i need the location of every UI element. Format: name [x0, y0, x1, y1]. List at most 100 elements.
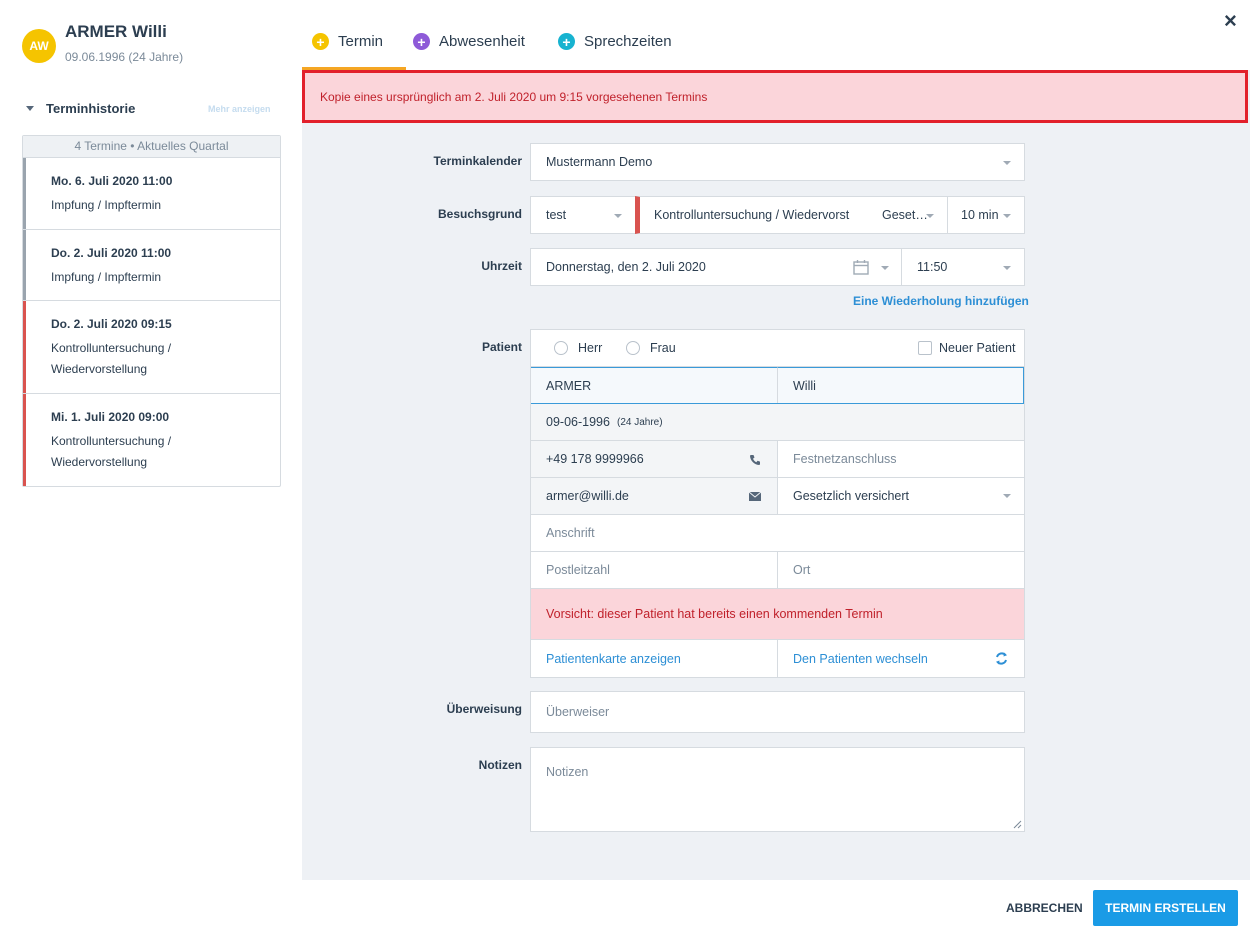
- time-select[interactable]: 11:50: [901, 248, 1025, 286]
- warning-text: Vorsicht: dieser Patient hat bereits ein…: [546, 607, 883, 621]
- birthdate-row[interactable]: 09-06-1996 (24 Jahre): [531, 404, 1024, 441]
- history-toggle[interactable]: Terminhistorie: [26, 101, 135, 116]
- history-date: Do. 2. Juli 2020 11:00: [51, 246, 172, 260]
- plus-icon: +: [413, 33, 430, 50]
- patient-label: Patient: [481, 340, 522, 354]
- city-placeholder: Ort: [793, 563, 811, 577]
- calendar-icon[interactable]: [853, 259, 869, 275]
- mobile-value: +49 178 9999966: [546, 452, 644, 466]
- zip-input[interactable]: Postleitzahl: [531, 552, 778, 588]
- show-card-label: Patientenkarte anzeigen: [546, 651, 681, 666]
- reason-insurance: Geset…: [882, 208, 928, 222]
- address-input[interactable]: Anschrift: [531, 515, 1024, 552]
- new-patient-label: Neuer Patient: [939, 341, 1016, 355]
- chevron-down-icon: [1003, 161, 1011, 165]
- city-input[interactable]: Ort: [778, 552, 1024, 588]
- date-value: Donnerstag, den 2. Juli 2020: [546, 260, 706, 274]
- cancel-button[interactable]: ABBRECHEN: [1006, 901, 1083, 915]
- last-name-value: ARMER: [546, 378, 592, 393]
- tab-label: Termin: [338, 33, 384, 50]
- reason-select[interactable]: Kontrolluntersuchung / Wiedervorst Geset…: [635, 196, 948, 234]
- reason-type-value: test: [546, 208, 567, 222]
- salutation-row: Herr Frau Neuer Patient: [531, 330, 1024, 367]
- chevron-down-icon: [614, 214, 622, 218]
- history-reason: Kontrolluntersuchung /: [51, 341, 172, 355]
- zip-city-row: Postleitzahl Ort: [531, 552, 1024, 589]
- envelope-icon: [749, 492, 761, 501]
- date-picker[interactable]: Donnerstag, den 2. Juli 2020: [530, 248, 902, 286]
- tab-label: Sprechzeiten: [584, 33, 672, 50]
- phone-icon: [750, 455, 760, 465]
- herr-label: Herr: [578, 341, 603, 355]
- footer-bar: ABBRECHEN TERMIN ERSTELLEN: [302, 880, 1250, 930]
- reason-value: Kontrolluntersuchung / Wiedervorst: [654, 208, 850, 222]
- plus-icon: +: [558, 33, 575, 50]
- history-item[interactable]: Mi. 1. Juli 2020 09:00 Kontrolluntersuch…: [23, 394, 280, 486]
- resize-handle-icon[interactable]: [1013, 820, 1022, 829]
- insurance-select[interactable]: Gesetzlich versichert: [778, 478, 1024, 514]
- radio-frau[interactable]: [626, 341, 640, 355]
- history-item[interactable]: Mo. 6. Juli 2020 11:00 Impfung / Impfter…: [23, 158, 280, 230]
- history-color-bar: [23, 301, 26, 393]
- duration-select[interactable]: 10 min: [947, 196, 1025, 234]
- tab-abwesenheit[interactable]: + Abwesenheit: [413, 33, 525, 50]
- patient-warning: Vorsicht: dieser Patient hat bereits ein…: [531, 589, 1024, 640]
- patient-sidebar: AW ARMER Willi 09.06.1996 (24 Jahre) Ter…: [0, 0, 302, 930]
- history-reason: Wiedervorstellung: [51, 362, 148, 376]
- calendar-value: Mustermann Demo: [546, 155, 653, 169]
- notes-label: Notizen: [478, 758, 522, 772]
- mobile-input[interactable]: +49 178 9999966: [531, 441, 778, 477]
- phone-row: +49 178 9999966 Festnetzanschluss: [531, 441, 1024, 478]
- calendar-select[interactable]: Mustermann Demo: [530, 143, 1025, 181]
- notes-placeholder: Notizen: [546, 765, 589, 779]
- radio-herr[interactable]: [554, 341, 568, 355]
- time-value: 11:50: [917, 260, 948, 274]
- tab-label: Abwesenheit: [439, 33, 525, 50]
- more-link[interactable]: Mehr anzeigen: [208, 104, 271, 114]
- history-reason: Impfung / Impftermin: [51, 198, 162, 212]
- last-name-input[interactable]: ARMER: [531, 367, 778, 403]
- patient-actions-row: Patientenkarte anzeigen Den Patienten we…: [531, 640, 1024, 677]
- email-input[interactable]: armer@willi.de: [531, 478, 778, 514]
- caret-down-icon: [26, 106, 34, 111]
- insurance-value: Gesetzlich versichert: [793, 489, 910, 503]
- duration-value: 10 min: [961, 208, 999, 222]
- birthdate-value: 09-06-1996: [546, 415, 610, 429]
- close-icon[interactable]: ×: [1224, 8, 1237, 34]
- first-name-value: Willi: [793, 378, 816, 393]
- history-date: Do. 2. Juli 2020 09:15: [51, 317, 172, 331]
- history-reason: Kontrolluntersuchung /: [51, 434, 172, 448]
- referral-input[interactable]: Überweiser: [530, 691, 1025, 733]
- switch-patient-link[interactable]: Den Patienten wechseln: [778, 640, 1024, 677]
- patient-form: Herr Frau Neuer Patient ARMER Willi 09-0…: [530, 329, 1025, 678]
- history-item[interactable]: Do. 2. Juli 2020 11:00 Impfung / Impfter…: [23, 230, 280, 301]
- chevron-down-icon: [881, 266, 889, 270]
- tab-termin[interactable]: + Termin: [312, 33, 383, 50]
- reason-label: Besuchsgrund: [437, 207, 522, 221]
- appointment-panel: + Termin + Abwesenheit + Sprechzeiten × …: [302, 0, 1250, 930]
- add-repeat-link[interactable]: Eine Wiederholung hinzufügen: [853, 294, 1029, 308]
- copy-alert: Kopie eines ursprünglich am 2. Juli 2020…: [302, 70, 1248, 123]
- avatar: AW: [22, 29, 56, 63]
- switch-patient-label: Den Patienten wechseln: [793, 651, 928, 666]
- history-summary: 4 Termine • Aktuelles Quartal: [23, 136, 280, 158]
- history-title: Terminhistorie: [46, 101, 136, 116]
- history-color-bar: [23, 394, 26, 486]
- history-color-bar: [23, 158, 26, 229]
- history-item[interactable]: Do. 2. Juli 2020 09:15 Kontrolluntersuch…: [23, 301, 280, 394]
- create-appointment-button[interactable]: TERMIN ERSTELLEN: [1093, 890, 1238, 926]
- first-name-input[interactable]: Willi: [778, 367, 1024, 403]
- landline-input[interactable]: Festnetzanschluss: [778, 441, 1024, 477]
- address-placeholder: Anschrift: [546, 526, 595, 540]
- new-patient-checkbox[interactable]: [918, 341, 932, 355]
- show-card-link[interactable]: Patientenkarte anzeigen: [531, 640, 778, 677]
- reason-type-select[interactable]: test: [530, 196, 636, 234]
- history-list: 4 Termine • Aktuelles Quartal Mo. 6. Jul…: [22, 135, 281, 487]
- history-date: Mo. 6. Juli 2020 11:00: [51, 174, 173, 188]
- zip-placeholder: Postleitzahl: [546, 563, 610, 577]
- tab-sprechzeiten[interactable]: + Sprechzeiten: [558, 33, 672, 50]
- plus-icon: +: [312, 33, 329, 50]
- history-color-bar: [23, 230, 26, 300]
- chevron-down-icon: [1003, 214, 1011, 218]
- notes-textarea[interactable]: Notizen: [530, 747, 1025, 832]
